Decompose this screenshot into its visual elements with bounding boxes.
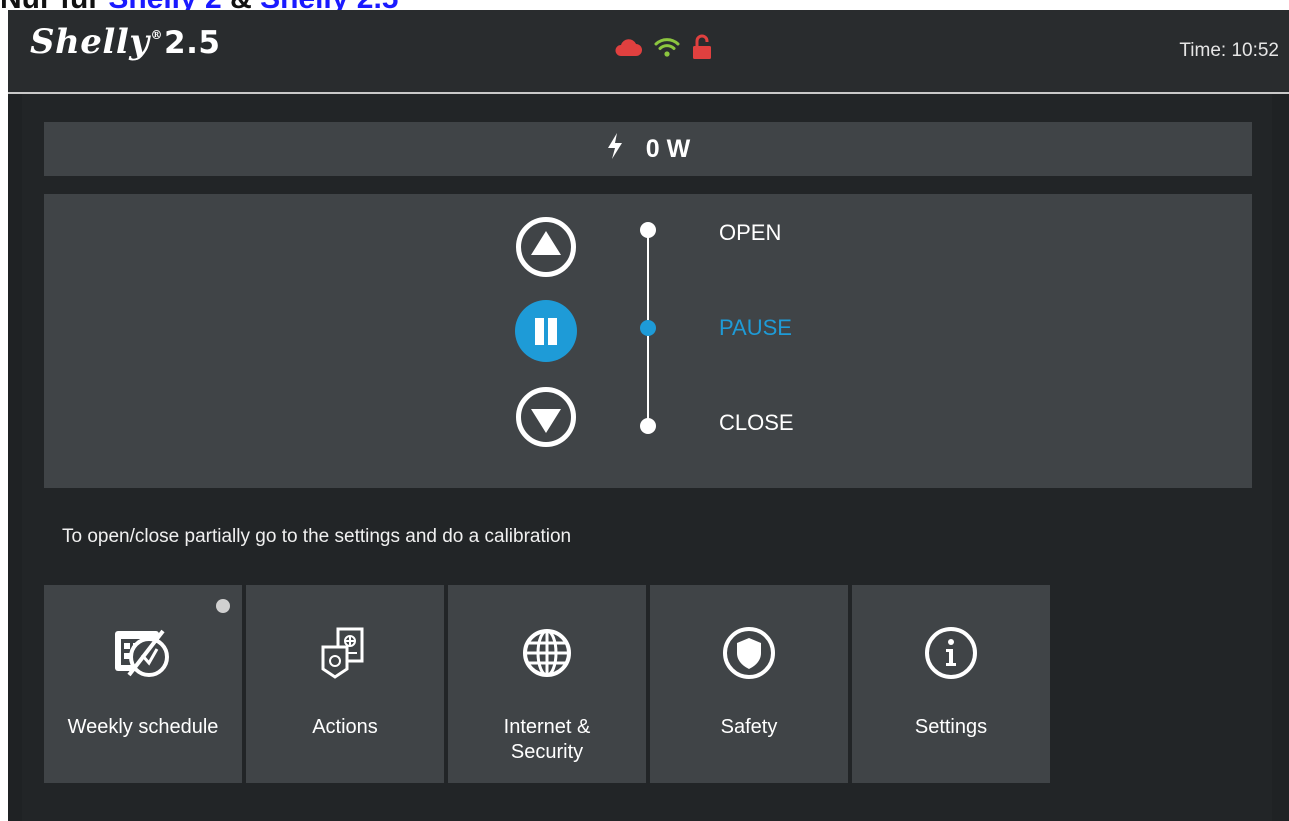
tile-label: Weekly schedule bbox=[67, 716, 219, 738]
shield-icon bbox=[650, 625, 848, 681]
status-badge bbox=[216, 599, 230, 613]
arrow-up-circle-icon bbox=[516, 217, 576, 277]
globe-icon bbox=[448, 625, 646, 681]
tile-settings[interactable]: Settings bbox=[852, 585, 1050, 783]
wifi-icon[interactable] bbox=[654, 36, 680, 63]
tile-label: Safety bbox=[720, 716, 778, 738]
pause-label[interactable]: PAUSE bbox=[719, 315, 792, 341]
calibration-hint: To open/close partially go to the settin… bbox=[62, 526, 572, 547]
close-button[interactable] bbox=[515, 386, 577, 448]
power-bar: 0 W bbox=[44, 122, 1252, 176]
open-button[interactable] bbox=[515, 216, 577, 278]
tile-safety[interactable]: Safety bbox=[650, 585, 848, 783]
roller-control-panel: OPEN PAUSE CLOSE bbox=[44, 194, 1252, 488]
tile-label: Settings bbox=[914, 716, 988, 738]
tile-internet-security[interactable]: Internet & Security bbox=[448, 585, 646, 783]
logo-registered-mark: ® bbox=[150, 28, 163, 42]
unlock-icon[interactable] bbox=[692, 34, 712, 65]
status-icons bbox=[614, 34, 712, 65]
arrow-down-circle-icon bbox=[516, 387, 576, 447]
pause-position-dot[interactable] bbox=[640, 320, 656, 336]
close-label[interactable]: CLOSE bbox=[719, 410, 794, 436]
pause-button[interactable] bbox=[515, 300, 577, 362]
info-icon bbox=[852, 625, 1050, 681]
clock-time: Time: 10:52 bbox=[1179, 40, 1279, 61]
open-position-dot[interactable] bbox=[640, 222, 656, 238]
menu-tiles: Weekly schedule Actions Internet & Secur… bbox=[44, 585, 1050, 783]
logo-text: Shelly bbox=[30, 22, 150, 62]
close-position-dot[interactable] bbox=[640, 418, 656, 434]
bolt-icon bbox=[606, 132, 624, 167]
tile-weekly-schedule[interactable]: Weekly schedule bbox=[44, 585, 242, 783]
app-header: Shelly®2.5 Time: 10:52 bbox=[8, 10, 1289, 94]
tile-label: Actions bbox=[312, 716, 378, 738]
calendar-icon bbox=[44, 625, 242, 681]
cloud-icon[interactable] bbox=[614, 37, 642, 62]
main-content: 0 W OPEN PAUSE CLOSE To open/close parti… bbox=[22, 94, 1272, 821]
device-model: 2.5 bbox=[164, 25, 221, 61]
actions-icon bbox=[246, 625, 444, 681]
shelly-logo: Shelly®2.5 bbox=[30, 22, 220, 62]
pause-icon bbox=[535, 318, 557, 345]
tile-actions[interactable]: Actions bbox=[246, 585, 444, 783]
open-label[interactable]: OPEN bbox=[719, 220, 781, 246]
tile-label: Internet & Security bbox=[503, 716, 591, 763]
power-value: 0 W bbox=[645, 134, 691, 163]
shelly-app-window: Shelly®2.5 Time: 10:52 0 W OPEN PAUSE CL… bbox=[8, 10, 1289, 821]
